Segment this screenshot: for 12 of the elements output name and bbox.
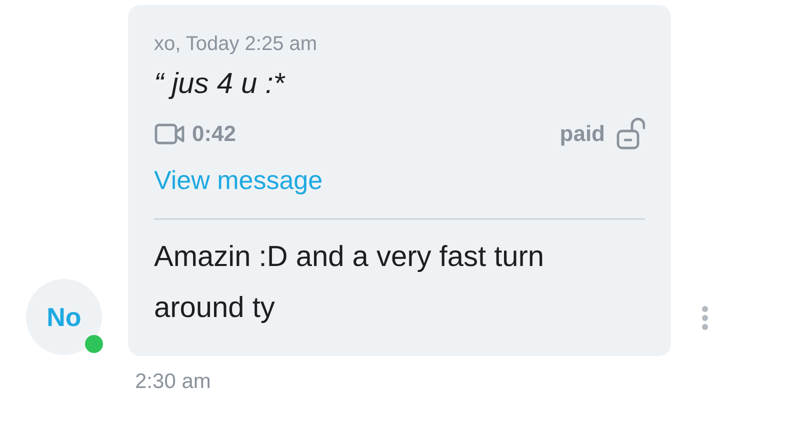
unlocked-padlock-icon: [615, 117, 645, 151]
paid-label: paid: [560, 121, 605, 147]
avatar-initials: No: [46, 302, 82, 332]
quoted-text: “ jus 4 u :*: [154, 68, 286, 101]
quote-meta: xo, Today 2:25 am: [154, 33, 318, 56]
video-camera-icon: [154, 122, 186, 146]
message-time: 2:30 am: [135, 370, 211, 393]
avatar[interactable]: No: [26, 279, 102, 355]
reply-text: Amazin :D and a very fast turn around ty: [154, 240, 546, 326]
video-duration: 0:42: [192, 121, 236, 147]
more-options-icon[interactable]: [701, 306, 709, 330]
view-message-link[interactable]: View message: [154, 165, 323, 196]
